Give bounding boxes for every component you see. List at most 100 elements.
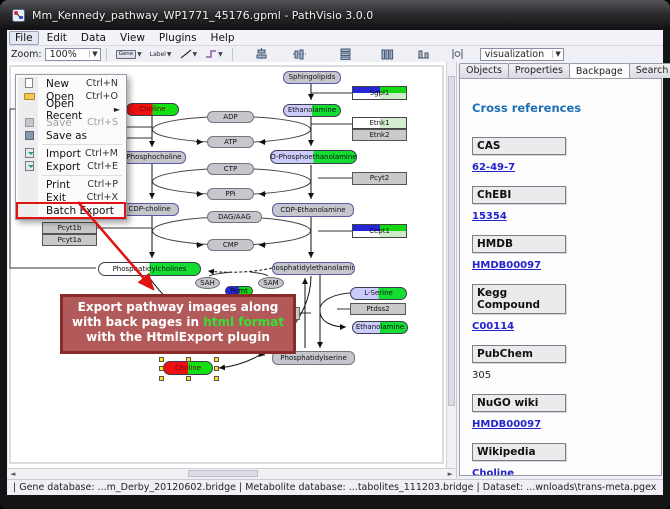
chevron-down-icon: ▼ (552, 50, 560, 58)
pathway-node-cmp[interactable]: CMP (207, 239, 254, 251)
pathway-node-choline[interactable]: Choline (163, 361, 213, 375)
file-menu-item-print[interactable]: PrintCtrl+P (18, 178, 124, 191)
zoom-combobox[interactable]: 100% ▼ (45, 48, 101, 61)
annotation-callout: Export pathway images along with back pa… (60, 294, 296, 354)
vertical-scrollbar-thumb[interactable] (448, 76, 455, 406)
pathway-node-pcyt1b[interactable]: Pcyt1b (42, 222, 97, 234)
pathway-node-sah[interactable]: SAH (195, 277, 220, 289)
toolbar-separator (106, 48, 107, 61)
distribute-icon (451, 48, 464, 60)
pathway-node-sphingolipids[interactable]: Sphingolipids (283, 71, 341, 84)
node-label: CDP-Ethanolamine (280, 207, 345, 214)
no-icon (20, 179, 40, 190)
selection-handle[interactable] (159, 357, 164, 362)
file-menu-item-import[interactable]: ImportCtrl+M (18, 147, 124, 160)
chevron-down-icon: ▼ (167, 51, 172, 58)
pathway-node-phosphatidylcholines[interactable]: Phosphatidylcholines (98, 262, 201, 276)
selection-handle[interactable] (214, 357, 219, 362)
selection-handle[interactable] (186, 376, 191, 381)
tab-search[interactable]: Search (629, 63, 670, 78)
new-datanode-button[interactable]: Gene ▼ (113, 48, 145, 61)
stack-horizontal-button[interactable] (378, 46, 397, 62)
menu-item-shortcut: Ctrl+P (87, 179, 124, 190)
file-menu-item-save-as[interactable]: Save as (18, 129, 124, 142)
file-menu-item-export[interactable]: ExportCtrl+E (18, 160, 124, 173)
new-label-button[interactable]: Label ▼ (147, 49, 175, 60)
file-menu-item-save[interactable]: SaveCtrl+S (18, 116, 124, 129)
menu-data[interactable]: Data (75, 31, 112, 45)
file-menu-item-batch-export[interactable]: Batch Export (18, 204, 124, 217)
pathway-node-ethanolamine[interactable]: Ethanolamine (283, 104, 341, 117)
pathway-node-pcyt2[interactable]: Pcyt2 (352, 172, 407, 185)
vertical-scrollbar[interactable] (446, 62, 455, 468)
pathway-node-sgpl1[interactable]: Sgpl1 (352, 86, 407, 100)
menu-item-label: New (40, 78, 86, 90)
menu-file[interactable]: File (9, 31, 39, 45)
pathway-node-ppi[interactable]: PPi (207, 188, 254, 200)
selection-handle[interactable] (214, 366, 219, 371)
pathway-node-cdp-choline[interactable]: CDP-choline (120, 203, 179, 216)
pathway-node-cdp-ethanolamine[interactable]: CDP-Ethanolamine (272, 203, 354, 217)
align-bottom-button[interactable] (414, 46, 433, 62)
selection-handle[interactable] (159, 376, 164, 381)
pathway-node-ethanolamine[interactable]: Ethanolamine (352, 321, 408, 334)
node-label: L-Serine (364, 290, 393, 297)
stack-horizontal-icon (381, 48, 394, 60)
pathway-node-phosphatidylethanolamine[interactable]: Phosphatidylethanolamine (272, 262, 355, 275)
distribute-button[interactable] (448, 46, 467, 62)
pathway-node-o-phosphoethanolamine[interactable]: O-Phosphoethanolamine (270, 150, 357, 164)
pathway-node-cept1[interactable]: Cept1 (352, 224, 407, 238)
node-label: ADP (223, 114, 237, 121)
xref-link[interactable]: 62-49-7 (472, 162, 649, 173)
selection-handle[interactable] (186, 357, 191, 362)
file-menu-item-exit[interactable]: ExitCtrl+X (18, 191, 124, 204)
menu-edit[interactable]: Edit (41, 31, 73, 45)
selection-handle[interactable] (214, 376, 219, 381)
scroll-right-icon[interactable]: ► (446, 470, 455, 478)
xref-link[interactable]: C00114 (472, 321, 649, 332)
horizontal-scrollbar[interactable]: ◄ ► (8, 468, 455, 478)
submenu-arrow-icon: ► (114, 105, 124, 114)
tab-properties[interactable]: Properties (508, 63, 570, 78)
pathway-node-l-serine[interactable]: L-Serine (350, 287, 407, 300)
menu-help[interactable]: Help (205, 31, 241, 45)
tab-backpage[interactable]: Backpage (569, 63, 630, 79)
align-center-button[interactable] (252, 46, 271, 62)
pathway-node-ptdss2[interactable]: Ptdss2 (350, 303, 406, 315)
file-menu-item-open-recent[interactable]: Open Recent► (18, 103, 124, 116)
menu-view[interactable]: View (114, 31, 151, 45)
pathway-node-etnk2[interactable]: Etnk2 (352, 129, 407, 141)
pathway-node-etnk1[interactable]: Etnk1 (352, 117, 407, 129)
pathway-node-pcyt1a[interactable]: Pcyt1a (42, 234, 97, 246)
xref-link[interactable]: 15354 (472, 211, 649, 222)
new-line-button[interactable]: ▼ (177, 47, 201, 61)
xref-link[interactable]: HMDB00097 (472, 260, 649, 271)
xref-link[interactable]: Choline (472, 468, 649, 476)
new-shape-button[interactable]: ▼ (202, 47, 226, 61)
pathway-node-phosphocholine[interactable]: Phosphocholine (122, 151, 186, 164)
pathway-node-atp[interactable]: ATP (207, 136, 254, 148)
scroll-left-icon[interactable]: ◄ (8, 470, 17, 478)
pathway-node-ctp[interactable]: CTP (207, 163, 254, 175)
save-as-icon (20, 130, 40, 141)
no-icon (20, 104, 40, 115)
pathway-node-choline[interactable]: Choline (126, 103, 179, 116)
app-icon (12, 9, 25, 22)
pathway-node-dag-aag[interactable]: DAG/AAG (207, 211, 262, 223)
horizontal-scrollbar-thumb[interactable] (188, 470, 258, 477)
pathway-node-sam[interactable]: SAM (258, 277, 284, 289)
node-label: SAM (263, 280, 278, 287)
no-icon (20, 192, 40, 203)
menu-item-label: Print (40, 179, 87, 191)
pathway-node-adp[interactable]: ADP (207, 111, 254, 123)
stack-vertical-button[interactable] (336, 46, 355, 62)
align-middle-button[interactable] (290, 46, 309, 62)
selection-handle[interactable] (159, 366, 164, 371)
menu-plugins[interactable]: Plugins (153, 31, 203, 45)
xref-section: CAS62-49-7 (472, 137, 649, 173)
tab-objects[interactable]: Objects (459, 63, 509, 78)
file-menu-item-new[interactable]: NewCtrl+N (18, 77, 124, 90)
node-label: Sphingolipids (289, 74, 336, 81)
visualization-combobox[interactable]: visualization ▼ (480, 48, 564, 61)
xref-link[interactable]: HMDB00097 (472, 419, 649, 430)
